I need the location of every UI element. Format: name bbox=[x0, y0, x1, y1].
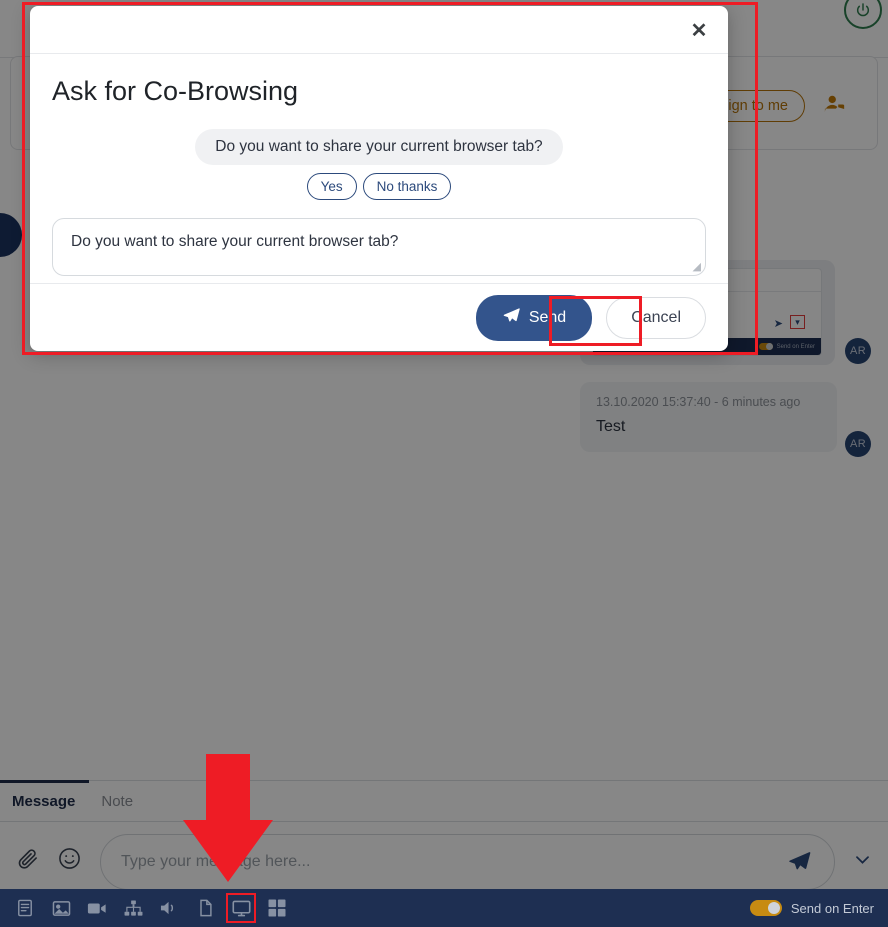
send-on-enter-toggle[interactable] bbox=[749, 900, 782, 916]
thumbnail-toggle bbox=[758, 343, 773, 350]
dialog-body: Ask for Co-Browsing Do you want to share… bbox=[30, 54, 728, 283]
person-tag-icon[interactable] bbox=[823, 93, 847, 120]
send-button-label: Send bbox=[528, 308, 567, 326]
video-icon[interactable] bbox=[84, 895, 110, 921]
message-bubble-text: 13.10.2020 15:37:40 - 6 minutes ago Test bbox=[580, 382, 837, 452]
paper-plane-icon[interactable] bbox=[787, 849, 812, 881]
thumbnail-toolbar-label: Send on Enter bbox=[776, 343, 815, 350]
paperclip-icon[interactable] bbox=[16, 847, 39, 877]
power-status-icon[interactable] bbox=[844, 0, 882, 29]
message-input-placeholder: Type your message here... bbox=[121, 853, 311, 870]
contact-avatar bbox=[0, 213, 22, 257]
quick-reply-yes[interactable]: Yes bbox=[306, 173, 357, 200]
dialog-message-textarea[interactable]: Do you want to share your current browse… bbox=[52, 218, 706, 276]
tab-message[interactable]: Message bbox=[0, 779, 90, 822]
screen-share-icon[interactable] bbox=[226, 893, 256, 923]
paper-plane-icon: ➤ bbox=[773, 318, 783, 330]
dialog-header: ✕ bbox=[30, 6, 728, 54]
message-composer: Message Note Type your message here... bbox=[0, 779, 888, 890]
dialog-title: Ask for Co-Browsing bbox=[52, 76, 299, 106]
dialog-footer: Send Cancel bbox=[30, 283, 728, 351]
tab-note[interactable]: Note bbox=[101, 781, 133, 822]
chevron-down-icon: ▾ bbox=[790, 315, 805, 329]
app-root: Assign to me ➤ ▾ Send on Enter AR 13.10.… bbox=[0, 0, 888, 927]
send-on-enter-group[interactable]: Send on Enter bbox=[749, 900, 888, 916]
image-icon[interactable] bbox=[48, 895, 74, 921]
quick-reply-no-thanks[interactable]: No thanks bbox=[362, 173, 452, 200]
article-icon[interactable] bbox=[12, 895, 38, 921]
sitemap-icon[interactable] bbox=[120, 895, 146, 921]
send-button[interactable]: Send bbox=[475, 294, 593, 341]
composer-tabs: Message Note bbox=[0, 779, 888, 822]
smiley-icon[interactable] bbox=[57, 846, 82, 878]
apps-grid-icon[interactable] bbox=[264, 895, 290, 921]
message-timestamp: 13.10.2020 15:37:40 - 6 minutes ago bbox=[596, 395, 801, 409]
attachment-toolbar: Send on Enter bbox=[0, 889, 888, 927]
sound-icon[interactable] bbox=[156, 895, 182, 921]
message-avatar: AR bbox=[845, 431, 871, 457]
file-icon[interactable] bbox=[192, 895, 218, 921]
co-browsing-dialog: ✕ Ask for Co-Browsing Do you want to sha… bbox=[30, 6, 728, 351]
message-body: Test bbox=[596, 418, 626, 435]
dialog-message-text: Do you want to share your current browse… bbox=[71, 233, 399, 250]
toolbar-icon-group bbox=[0, 893, 290, 923]
send-on-enter-label: Send on Enter bbox=[790, 900, 874, 916]
close-icon[interactable]: ✕ bbox=[684, 15, 714, 45]
preview-area: Do you want to share your current browse… bbox=[52, 129, 706, 165]
chevron-down-icon[interactable] bbox=[853, 850, 876, 875]
cancel-button[interactable]: Cancel bbox=[606, 296, 706, 339]
resize-grip-icon[interactable]: ◢ bbox=[693, 260, 701, 273]
quick-reply-group: Yes No thanks bbox=[52, 173, 706, 200]
message-input[interactable]: Type your message here... bbox=[100, 834, 835, 890]
preview-message-bubble: Do you want to share your current browse… bbox=[195, 129, 563, 165]
paper-plane-icon bbox=[502, 306, 521, 330]
message-avatar: AR bbox=[845, 338, 871, 364]
composer-row: Type your message here... bbox=[0, 822, 888, 890]
